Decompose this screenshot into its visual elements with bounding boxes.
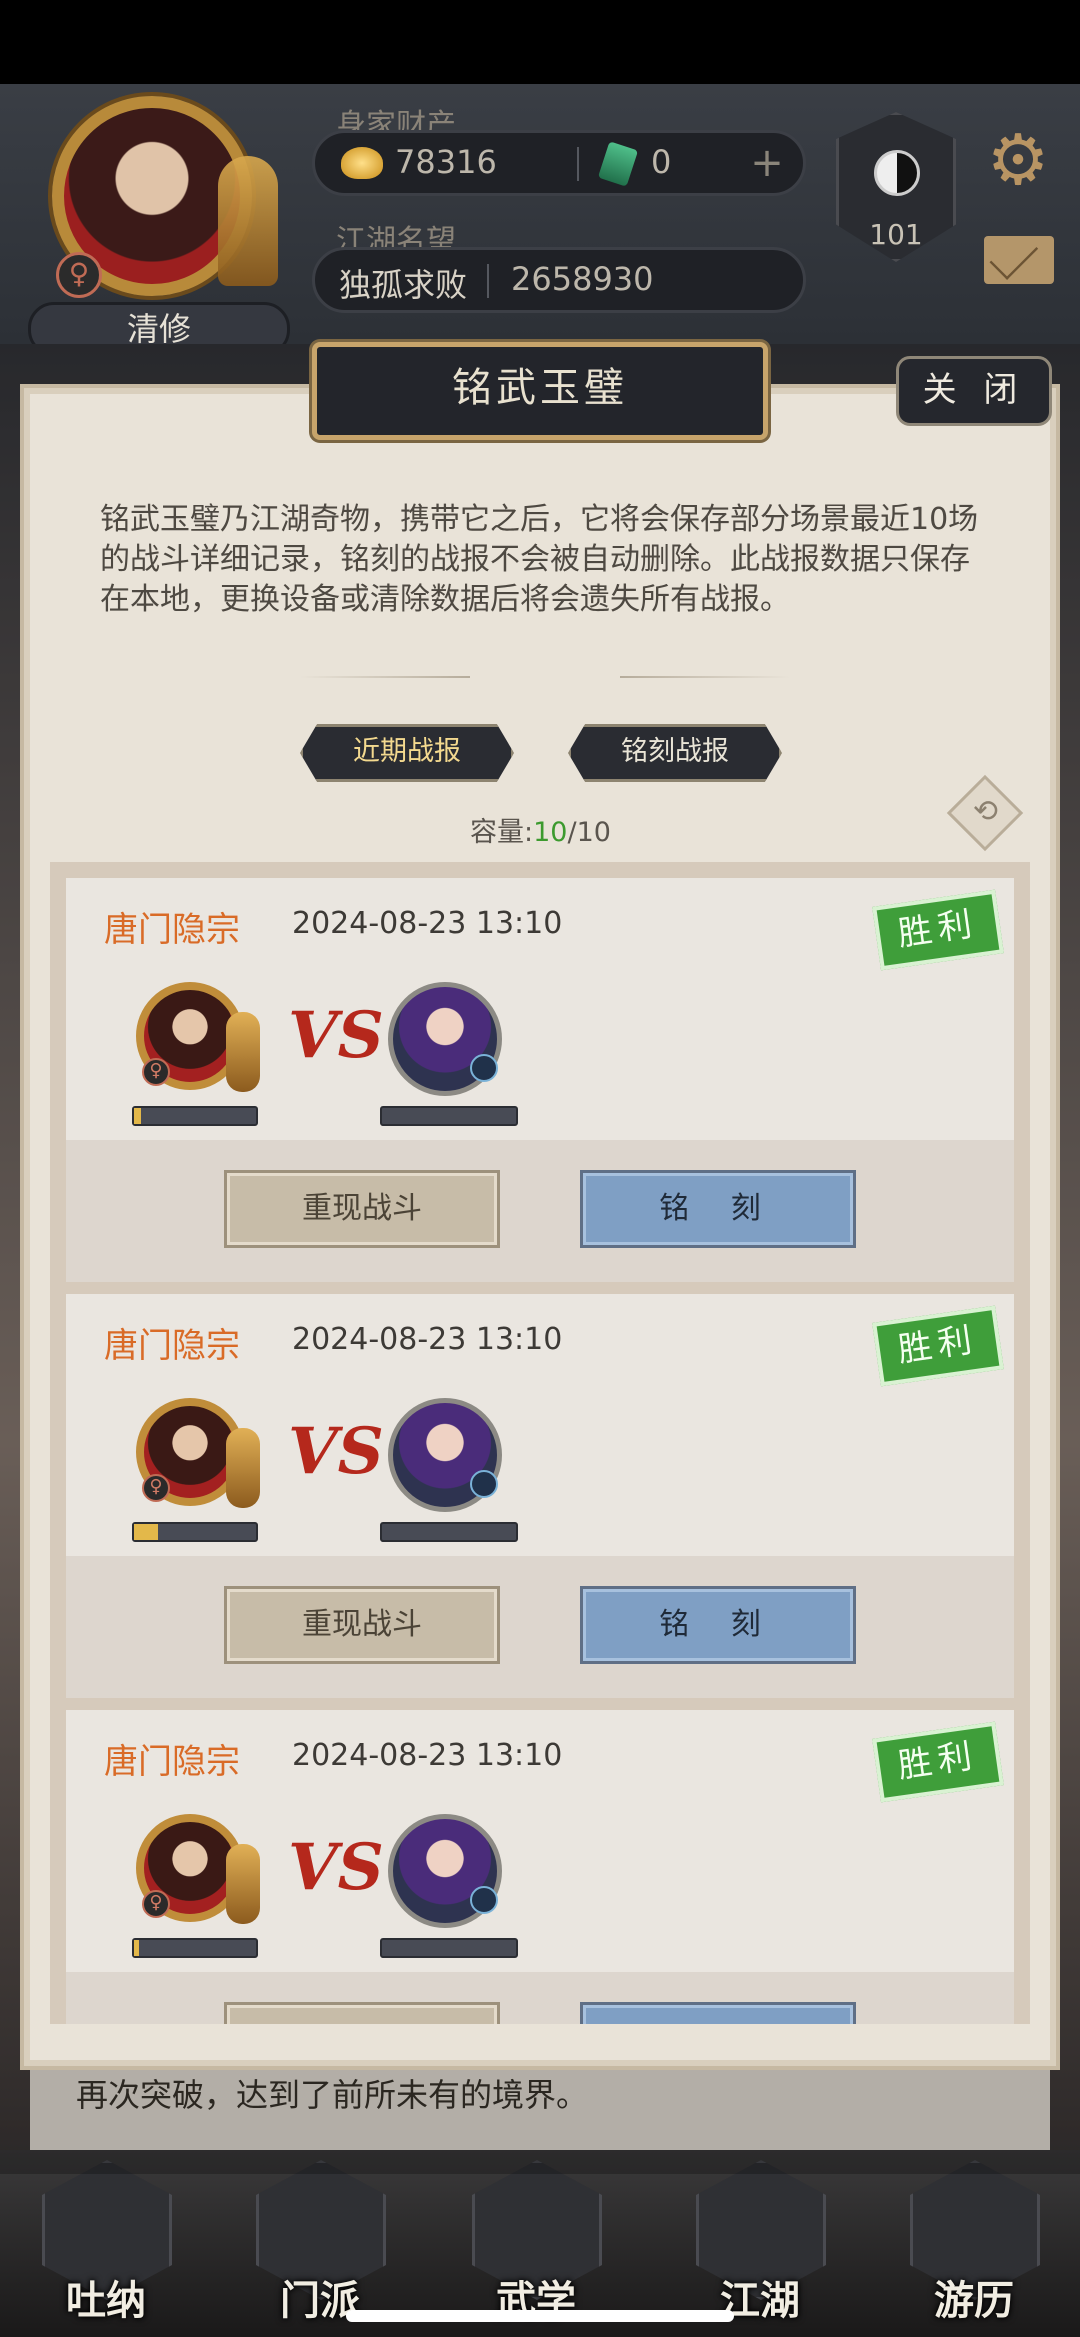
fame-title: 独孤求败 <box>339 266 468 304</box>
card-actions-area <box>66 1972 1014 2024</box>
capacity-used: 10 <box>533 817 568 848</box>
female-icon: ♀ <box>56 252 102 298</box>
divider <box>300 676 470 678</box>
battle-record-card: 唐门隐宗 2024-08-23 13:10 胜利 ♀ VS <box>66 1710 1014 2024</box>
player-avatar: ♀ <box>128 1398 260 1514</box>
tab-tuna[interactable]: 吐纳 <box>36 2160 176 2330</box>
engrave-button[interactable]: 铭 刻 <box>580 1586 856 1664</box>
level-number: 101 <box>869 218 923 251</box>
card-actions-area <box>66 1556 1014 1698</box>
tab-engraved-reports[interactable]: 铭刻战报 <box>568 724 782 782</box>
vs-icon: VS <box>288 998 384 1073</box>
opponent-hp-bar <box>380 1522 518 1542</box>
class-badge-icon <box>470 1054 498 1082</box>
tab-youli[interactable]: 游历 <box>904 2160 1044 2330</box>
gold-amount: 78316 <box>395 143 497 181</box>
engrave-button[interactable] <box>580 2002 856 2024</box>
opponent-avatar <box>388 1398 506 1514</box>
jade-amount: 0 <box>651 143 672 181</box>
divider <box>487 264 489 298</box>
tab-wuxue[interactable]: 武学 <box>466 2160 606 2330</box>
opponent-sect: 唐门隐宗 <box>104 910 240 950</box>
engrave-button[interactable]: 铭 刻 <box>580 1170 856 1248</box>
female-icon: ♀ <box>142 1474 170 1502</box>
wealth-bar: 78316 0 + <box>312 130 806 196</box>
opponent-hp-bar <box>380 1938 518 1958</box>
capacity-text: 容量: <box>470 817 534 848</box>
player-hp-bar <box>132 1106 258 1126</box>
battle-time: 2024-08-23 13:10 <box>292 1738 563 1773</box>
tab-jianghu[interactable]: 江湖 <box>690 2160 830 2330</box>
divider <box>577 147 579 181</box>
opponent-sect: 唐门隐宗 <box>104 1742 240 1782</box>
player-avatar: ♀ <box>128 1814 260 1930</box>
capacity-total: /10 <box>567 817 611 848</box>
vs-icon: VS <box>288 1414 384 1489</box>
victory-stamp: 胜利 <box>872 1721 1004 1803</box>
tab-label: 吐纳 <box>66 2278 146 2324</box>
tab-label: 游历 <box>934 2278 1014 2324</box>
fame-bar: 独孤求败 2658930 <box>312 247 806 313</box>
mail-icon[interactable] <box>984 236 1054 284</box>
victory-stamp: 胜利 <box>872 889 1004 971</box>
card-actions-area <box>66 1140 1014 1282</box>
capacity-label: 容量:10/10 <box>470 810 611 849</box>
vs-icon: VS <box>288 1830 384 1905</box>
gold-ingot-icon <box>341 147 383 179</box>
female-icon: ♀ <box>142 1890 170 1918</box>
player-hp-bar <box>132 1522 258 1542</box>
plus-icon[interactable]: + <box>745 141 789 185</box>
replay-battle-button[interactable]: 重现战斗 <box>224 1586 500 1664</box>
battle-record-list[interactable]: 唐门隐宗 2024-08-23 13:10 胜利 ♀ VS 重现战斗 铭 刻 唐… <box>50 862 1030 2024</box>
battle-record-card: 唐门隐宗 2024-08-23 13:10 胜利 ♀ VS 重现战斗 铭 刻 <box>66 1294 1014 1698</box>
battle-time: 2024-08-23 13:10 <box>292 906 563 941</box>
tab-recent-reports[interactable]: 近期战报 <box>300 724 514 782</box>
dragon-frame-icon <box>218 156 278 286</box>
class-badge-icon <box>470 1886 498 1914</box>
victory-stamp: 胜利 <box>872 1305 1004 1387</box>
battle-time: 2024-08-23 13:10 <box>292 1322 563 1357</box>
opponent-hp-bar <box>380 1106 518 1126</box>
battle-record-card: 唐门隐宗 2024-08-23 13:10 胜利 ♀ VS 重现战斗 铭 刻 <box>66 878 1014 1282</box>
gear-icon[interactable]: ⚙ <box>982 124 1054 196</box>
opponent-sect: 唐门隐宗 <box>104 1326 240 1366</box>
status-bar <box>0 0 1080 84</box>
jade-icon <box>597 141 639 187</box>
replay-battle-button[interactable] <box>224 2002 500 2024</box>
female-icon: ♀ <box>142 1058 170 1086</box>
close-button[interactable]: 关 闭 <box>896 356 1052 426</box>
taiji-icon <box>874 150 920 196</box>
divider <box>620 676 790 678</box>
dialog-description: 铭武玉璧乃江湖奇物，携带它之后，它将会保存部分场景最近10场的战斗详细记录，铭刻… <box>100 502 979 617</box>
home-indicator[interactable] <box>346 2310 734 2322</box>
replay-battle-button[interactable]: 重现战斗 <box>224 1170 500 1248</box>
tab-menpai[interactable]: 门派 <box>250 2160 390 2330</box>
opponent-avatar <box>388 1814 506 1930</box>
dialog-title: 铭武玉璧 <box>452 365 628 411</box>
fame-value: 2658930 <box>511 260 654 298</box>
class-badge-icon <box>470 1470 498 1498</box>
player-hp-bar <box>132 1938 258 1958</box>
player-avatar: ♀ <box>128 982 260 1098</box>
opponent-avatar <box>388 982 506 1098</box>
